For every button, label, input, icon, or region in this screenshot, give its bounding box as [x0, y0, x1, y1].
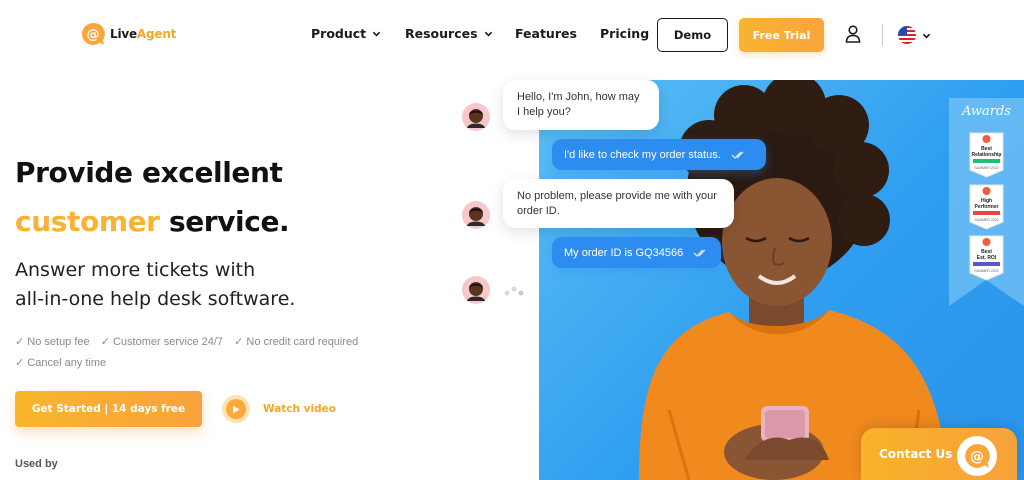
feature-list: ✓ No setup fee ✓ Customer service 24/7 ✓… — [15, 332, 395, 374]
svg-text:@: @ — [87, 28, 100, 43]
award-badge-line: Est. ROI — [976, 255, 997, 261]
subheadline-line-1: Answer more tickets with — [15, 259, 256, 281]
award-badge: High Performer SUMMER 2022 — [969, 184, 1004, 230]
get-started-button[interactable]: Get Started | 14 days free — [15, 391, 202, 427]
chat-message-text: I'd like to check my order status. — [564, 148, 721, 161]
typing-indicator-icon — [504, 286, 524, 296]
chevron-down-icon[interactable] — [922, 31, 931, 40]
agent-avatar — [462, 276, 490, 304]
agent-avatar — [462, 103, 490, 131]
nav-resources-label: Resources — [405, 26, 478, 41]
feature-item: ✓ No setup fee — [15, 336, 90, 348]
hero-subheadline: Answer more tickets with all-in-one help… — [15, 256, 295, 314]
awards-ribbon: Awards Best Relationship SUMMER 2022 Hig… — [949, 98, 1024, 304]
double-check-icon — [693, 249, 706, 257]
agent-avatar — [462, 201, 490, 229]
brand-name: LiveAgent — [110, 27, 177, 41]
brand-logo[interactable]: @ LiveAgent — [80, 21, 176, 47]
header-divider — [882, 24, 883, 46]
feature-item: ✓ Cancel any time — [15, 357, 107, 369]
contact-us-label: Contact Us — [879, 447, 953, 461]
award-badge-tag: SUMMER 2022 — [974, 269, 999, 273]
headline-line-2: customer service. — [15, 197, 290, 246]
site-header: @ LiveAgent Product Resources Features P… — [0, 0, 1024, 68]
used-by-label: Used by — [15, 458, 58, 470]
headline-rest: service. — [159, 205, 290, 238]
subheadline-line-2: all-in-one help desk software. — [15, 288, 296, 310]
svg-text:@: @ — [970, 449, 984, 465]
nav-product-label: Product — [311, 26, 367, 41]
award-badge-line: Performer — [974, 204, 999, 210]
nav-product[interactable]: Product — [311, 26, 381, 41]
contact-us-button[interactable]: Contact Us @ — [861, 428, 1017, 480]
double-check-icon — [731, 151, 744, 159]
chat-message-text: My order ID is GQ34566 — [564, 246, 684, 259]
chat-message-outgoing: I'd like to check my order status. — [552, 139, 766, 170]
award-badge: Best Est. ROI SUMMER 2022 — [969, 235, 1004, 281]
award-badge-tag: SUMMER 2022 — [974, 218, 999, 222]
feature-item: ✓ No credit card required — [234, 336, 359, 348]
headline-line-1: Provide excellent — [15, 156, 283, 189]
feature-item: ✓ Customer service 24/7 — [100, 336, 224, 348]
award-badge-line: Relationship — [971, 152, 1002, 158]
headline-accent: customer — [15, 205, 160, 238]
chevron-down-icon — [372, 31, 381, 37]
chat-message-incoming: Hello, I'm John, how may I help you? — [503, 80, 659, 130]
chat-bubble-icon: @ — [957, 436, 997, 476]
watch-video-button[interactable]: Watch video — [222, 395, 336, 423]
award-badge: Best Relationship SUMMER 2022 — [969, 132, 1004, 178]
liveagent-logo-icon: @ — [82, 22, 105, 45]
hero-headline: Provide excellent customer service. — [15, 148, 290, 246]
nav-features[interactable]: Features — [515, 26, 577, 41]
award-badge-tag: SUMMER 2022 — [974, 166, 999, 170]
user-account-icon[interactable] — [845, 25, 861, 43]
us-flag-icon[interactable] — [898, 26, 916, 44]
awards-title: Awards — [962, 104, 1011, 119]
chevron-down-icon — [484, 31, 492, 37]
chat-message-incoming: No problem, please provide me with your … — [503, 179, 734, 228]
chat-message-outgoing: My order ID is GQ34566 — [552, 237, 721, 268]
play-icon — [222, 395, 250, 423]
nav-resources[interactable]: Resources — [405, 26, 493, 41]
demo-button[interactable]: Demo — [657, 18, 728, 52]
watch-video-label: Watch video — [263, 403, 336, 415]
free-trial-button[interactable]: Free Trial — [739, 18, 824, 52]
nav-pricing[interactable]: Pricing — [600, 26, 649, 41]
